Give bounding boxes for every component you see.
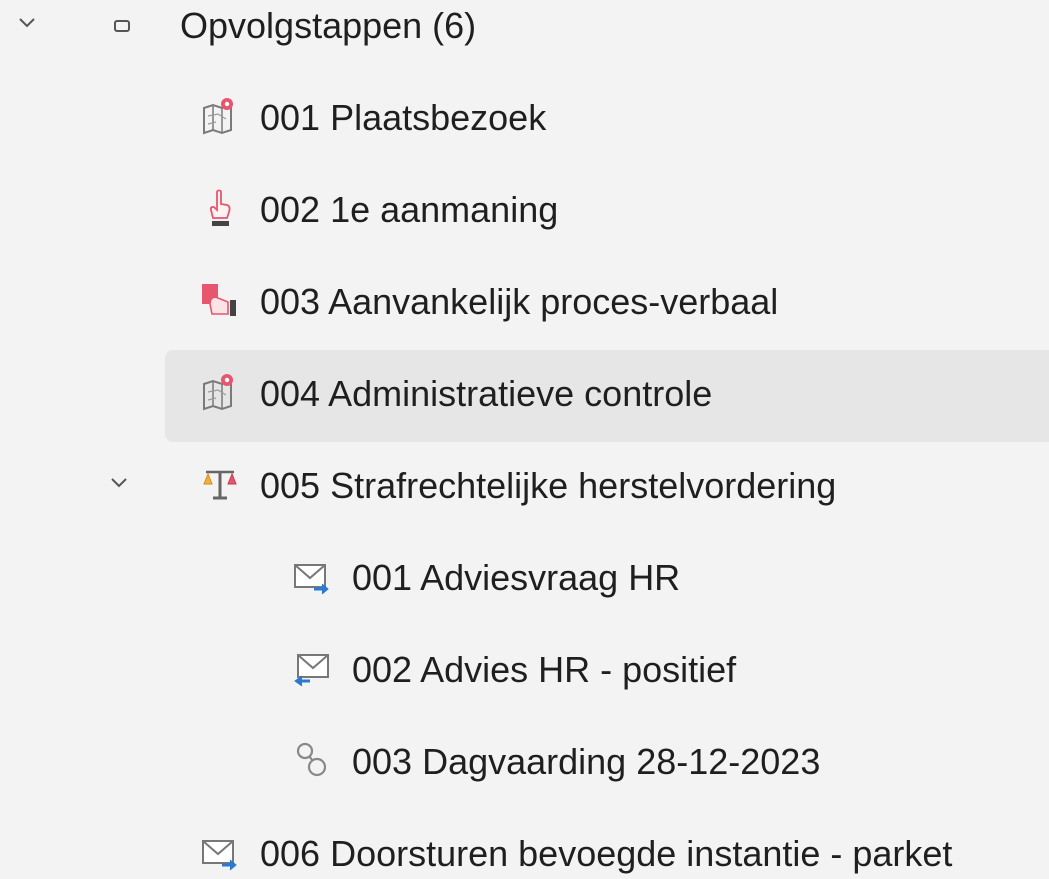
mail-outgoing-icon bbox=[200, 832, 240, 872]
chain-link-icon bbox=[292, 740, 332, 780]
tree-node-opvolgstappen[interactable]: Opvolgstappen (6) bbox=[0, 0, 1049, 74]
square-outline-icon bbox=[104, 8, 140, 44]
chevron-down-icon[interactable] bbox=[104, 468, 134, 498]
tree-node-001-adviesvraag-hr[interactable]: 001 Adviesvraag HR bbox=[0, 534, 1049, 626]
tree-node-label: 001 Plaatsbezoek bbox=[260, 96, 547, 138]
tree-node-label: 001 Adviesvraag HR bbox=[352, 556, 681, 598]
tree-node-006-doorsturen-bevoegde-instantie[interactable]: 006 Doorsturen bevoegde instantie - park… bbox=[0, 810, 1049, 879]
scales-icon bbox=[200, 464, 240, 504]
tree-node-003-dagvaarding[interactable]: 003 Dagvaarding 28-12-2023 bbox=[0, 718, 1049, 810]
tree-node-label: Opvolgstappen (6) bbox=[180, 4, 477, 46]
pointing-finger-icon bbox=[200, 188, 240, 228]
tree-node-002-advies-hr-positief[interactable]: 002 Advies HR - positief bbox=[0, 626, 1049, 718]
tree-node-label: 004 Administratieve controle bbox=[260, 372, 713, 414]
map-pin-icon bbox=[200, 96, 240, 136]
tree-node-003-aanvankelijk-proces-verbaal[interactable]: 003 Aanvankelijk proces-verbaal bbox=[0, 258, 1049, 350]
tree-node-label: 005 Strafrechtelijke herstelvordering bbox=[260, 464, 837, 506]
tree-view: Opvolgstappen (6) 001 Plaatsbezoek 002 1… bbox=[0, 0, 1049, 879]
tree-node-004-administratieve-controle[interactable]: 004 Administratieve controle bbox=[0, 350, 1049, 442]
chevron-down-icon[interactable] bbox=[12, 8, 42, 38]
mail-outgoing-icon bbox=[292, 556, 332, 596]
tree-node-label: 002 1e aanmaning bbox=[260, 188, 559, 230]
tree-node-label: 003 Aanvankelijk proces-verbaal bbox=[260, 280, 779, 322]
tree-node-label: 006 Doorsturen bevoegde instantie - park… bbox=[260, 832, 953, 874]
mail-incoming-icon bbox=[292, 648, 332, 688]
tree-node-002-1e-aanmaning[interactable]: 002 1e aanmaning bbox=[0, 166, 1049, 258]
tree-node-001-plaatsbezoek[interactable]: 001 Plaatsbezoek bbox=[0, 74, 1049, 166]
map-pin-icon bbox=[200, 372, 240, 412]
tree-node-005-strafrechtelijke-herstelvordering[interactable]: 005 Strafrechtelijke herstelvordering bbox=[0, 442, 1049, 534]
document-stamp-icon bbox=[200, 280, 240, 320]
tree-node-label: 002 Advies HR - positief bbox=[352, 648, 737, 690]
tree-node-label: 003 Dagvaarding 28-12-2023 bbox=[352, 740, 821, 782]
